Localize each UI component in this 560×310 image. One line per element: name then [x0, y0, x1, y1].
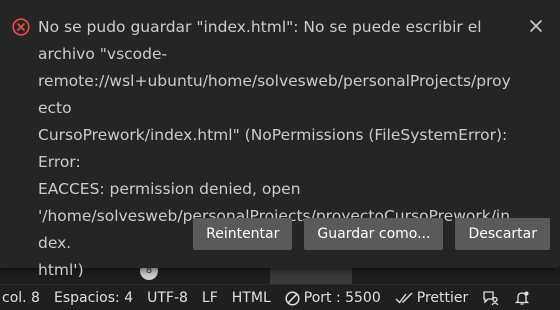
status-prettier-label: Prettier [416, 290, 469, 306]
discard-button[interactable]: Descartar [455, 218, 550, 250]
status-feedback[interactable] [475, 285, 507, 310]
status-eol[interactable]: LF [195, 285, 225, 310]
status-encoding-label: UTF-8 [147, 290, 188, 306]
no-entry-icon [285, 290, 300, 306]
status-bar: col. 8 Espacios: 4 UTF-8 LF HTML Port : … [0, 284, 560, 310]
save-as-button[interactable]: Guardar como... [304, 218, 444, 250]
notification-actions: Reintentar Guardar como... Descartar [193, 218, 550, 250]
error-notification: No se pudo guardar "index.html": No se p… [0, 0, 560, 279]
retry-button[interactable]: Reintentar [193, 218, 293, 250]
vscode-window: 8 No se pudo guardar "index.html": No se… [0, 0, 560, 310]
double-check-icon [395, 292, 413, 304]
status-prettier[interactable]: Prettier [388, 285, 476, 310]
feedback-person-icon [483, 291, 499, 306]
status-live-server[interactable]: Port : 5500 [278, 285, 388, 310]
status-eol-label: LF [201, 290, 218, 306]
status-language-mode[interactable]: HTML [225, 285, 278, 310]
close-icon[interactable] [526, 16, 546, 36]
status-encoding[interactable]: UTF-8 [140, 285, 195, 310]
status-port-label: Port : 5500 [303, 290, 381, 306]
status-cursor-position[interactable]: col. 8 [0, 285, 47, 310]
status-language-label: HTML [231, 290, 271, 306]
error-icon [12, 18, 30, 36]
status-column-label: col. 8 [2, 290, 40, 306]
status-notifications[interactable] [507, 285, 537, 310]
bell-icon [515, 291, 530, 305]
status-spaces-label: Espacios: 4 [53, 290, 134, 306]
status-indentation[interactable]: Espacios: 4 [47, 285, 140, 310]
